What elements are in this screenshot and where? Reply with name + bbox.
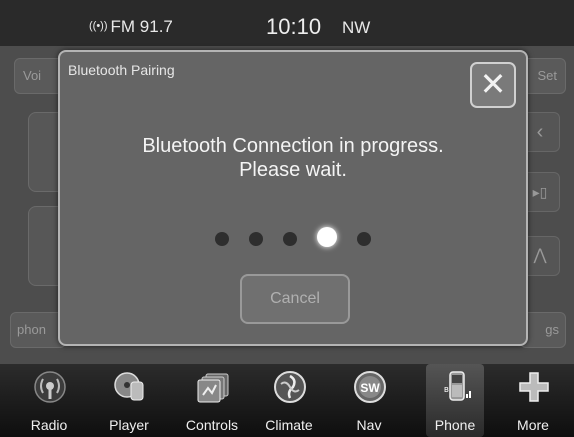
climate-icon (274, 371, 306, 403)
dock-item-nav[interactable]: SW Nav (336, 364, 402, 437)
dock-item-climate[interactable]: Climate (256, 364, 322, 437)
dock-item-controls[interactable]: Controls (179, 364, 245, 437)
progress-dot (283, 232, 297, 246)
radio-icon (34, 371, 66, 403)
dock-item-more[interactable]: More (500, 364, 566, 437)
nav-icon: SW (354, 371, 386, 403)
status-bar: ((•)) FM 91.7 10:10 NW (0, 0, 574, 46)
dock-item-player[interactable]: Player (96, 364, 162, 437)
close-icon: ✕ (479, 66, 507, 102)
progress-dot (249, 232, 263, 246)
dialog-message: Bluetooth Connection in progress. Please… (60, 134, 526, 182)
radio-status[interactable]: ((•)) FM 91.7 (89, 17, 173, 37)
bottom-dock: Radio Player Controls Climate SW Nav ʙ P… (0, 364, 574, 437)
svg-text:ʙ: ʙ (444, 384, 449, 394)
dialog-title: Bluetooth Pairing (68, 62, 175, 78)
controls-icon (197, 373, 229, 403)
radio-station: FM 91.7 (110, 17, 173, 36)
close-button[interactable]: ✕ (470, 62, 516, 108)
phone-icon: ʙ (444, 371, 471, 401)
dock-label: Phone (434, 417, 476, 433)
antenna-icon: ((•)) (89, 20, 108, 32)
dock-label: Climate (265, 417, 313, 433)
player-icon (114, 372, 144, 401)
message-line-2: Please wait. (239, 159, 347, 181)
dock-label: Nav (356, 417, 382, 433)
compass-direction: NW (342, 18, 371, 37)
dock-label: Radio (30, 417, 68, 433)
progress-dot (215, 232, 229, 246)
bluetooth-pairing-dialog: Bluetooth Pairing ✕ Bluetooth Connection… (58, 50, 528, 346)
progress-dot-active (317, 227, 337, 247)
dock-label: More (517, 417, 549, 433)
svg-text:SW: SW (360, 381, 380, 395)
dock-label: Controls (185, 417, 239, 433)
progress-indicator (60, 227, 526, 249)
plus-icon (519, 372, 549, 402)
dock-item-radio[interactable]: Radio (16, 364, 82, 437)
message-line-1: Bluetooth Connection in progress. (142, 135, 444, 157)
cancel-button[interactable]: Cancel (240, 274, 350, 324)
clock: 10:10 (266, 14, 322, 39)
progress-dot (357, 232, 371, 246)
dock-item-phone[interactable]: ʙ Phone (422, 364, 488, 437)
dock-label: Player (109, 417, 149, 433)
